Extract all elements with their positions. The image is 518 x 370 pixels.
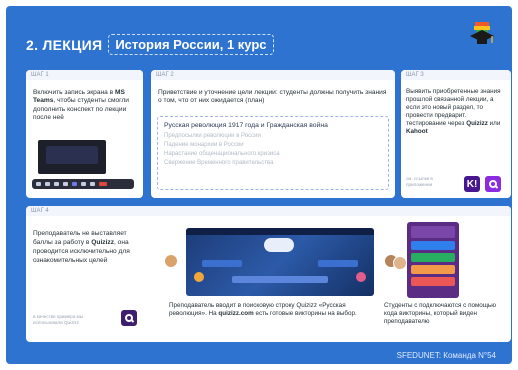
- people-icon: [90, 182, 95, 186]
- phone-answer: [411, 277, 455, 286]
- step4-card: ШАГ 4 Преподаватель не выставляет баллы …: [26, 206, 511, 342]
- step3-note: см. ссылки в приложении: [406, 176, 433, 187]
- quizizz-tile: [202, 260, 242, 267]
- title-row: 2. ЛЕКЦИЯ История России, 1 курс: [26, 34, 274, 55]
- teams-call-toolbar: [32, 179, 134, 189]
- camera-icon: [36, 182, 41, 186]
- avatar: [164, 254, 178, 268]
- step1-text-part1: Включить запись экрана в: [33, 89, 115, 96]
- kahoot-logo: K!: [464, 176, 480, 192]
- step4-caption-right: Студенты с подключаются с помощью кода в…: [384, 302, 496, 325]
- step1-text: Включить запись экрана в MS Teams, чтобы…: [33, 89, 137, 123]
- step3-text: Выявить приобретенные знания прошлой свя…: [406, 88, 508, 136]
- step3-card: ШАГ 3 Выявить приобретенные знания прошл…: [401, 70, 511, 198]
- step4-caption-mid: Преподаватель вводит в поисковую строку …: [169, 302, 381, 318]
- teams-video-tile: [46, 146, 98, 164]
- quizizz-avatar-dot: [194, 272, 204, 282]
- phone-answer: [411, 241, 455, 250]
- quizizz-tile: [232, 276, 328, 283]
- team-footer: SFEDUNET: Команда N°54: [396, 351, 496, 360]
- quizizz-avatar-dot: [356, 272, 366, 282]
- chat-icon: [81, 182, 86, 186]
- step4-text: Преподаватель не выставляет баллы за раб…: [33, 229, 133, 265]
- more-icon: [63, 182, 68, 186]
- quizizz-screenshot: [186, 228, 374, 296]
- hang-up-icon: [99, 182, 107, 186]
- quizizz-search-pill: [264, 238, 294, 252]
- plan-item: Предпосылки революции в России: [164, 133, 261, 139]
- mic-icon: [45, 182, 50, 186]
- share-icon: [54, 182, 59, 186]
- step4-note: в качестве примера мы использовали Quizi…: [33, 314, 84, 325]
- step1-card: ШАГ 1 Включить запись экрана в MS Teams,…: [26, 70, 143, 198]
- step2-text: Приветствие и уточнение цели лекции: сту…: [158, 89, 387, 105]
- plan-item: Свержение Временного правительства: [164, 160, 274, 166]
- quizizz-topbar: [186, 228, 374, 235]
- avatar: [393, 256, 407, 270]
- quizizz-logo: [485, 176, 501, 192]
- quizizz-tile: [318, 260, 358, 267]
- graduation-cap-icon: [470, 22, 494, 44]
- teams-screenshot: [38, 140, 106, 174]
- lecture-topic: Русская революция 1917 года и Гражданска…: [164, 122, 328, 129]
- lecture-plan-box: Русская революция 1917 года и Гражданска…: [157, 116, 389, 190]
- student-phone-screenshot: [407, 222, 459, 298]
- course-subtitle: История России, 1 курс: [108, 34, 274, 55]
- quizizz-logo: [121, 310, 137, 326]
- lecture-slide: 2. ЛЕКЦИЯ История России, 1 курс ШАГ 1 В…: [6, 6, 512, 364]
- step3-kahoot-bold: Kahoot: [406, 128, 428, 135]
- step4-label: ШАГ 4: [26, 206, 511, 216]
- step3-label: ШАГ 3: [401, 70, 511, 80]
- step3-or: или: [487, 120, 501, 127]
- step4-quizizz-bold: Quizizz: [91, 239, 114, 246]
- step3-quizizz-bold: Quizizz: [466, 120, 488, 127]
- caption-mid-part2: есть готовые викторины на выбор.: [253, 310, 357, 317]
- step1-label: ШАГ 1: [26, 70, 143, 80]
- phone-answer: [411, 265, 455, 274]
- plan-item: Падение монархии в России: [164, 142, 244, 148]
- step2-label: ШАГ 2: [151, 70, 395, 80]
- page-title: 2. ЛЕКЦИЯ: [26, 36, 103, 53]
- record-toggle-icon: [72, 182, 77, 186]
- caption-mid-site: quizizz.com: [218, 310, 254, 317]
- step2-card: ШАГ 2 Приветствие и уточнение цели лекци…: [151, 70, 395, 198]
- phone-answer: [411, 253, 455, 262]
- phone-question: [411, 226, 455, 238]
- plan-item: Нарастание общенационального кризиса: [164, 151, 280, 157]
